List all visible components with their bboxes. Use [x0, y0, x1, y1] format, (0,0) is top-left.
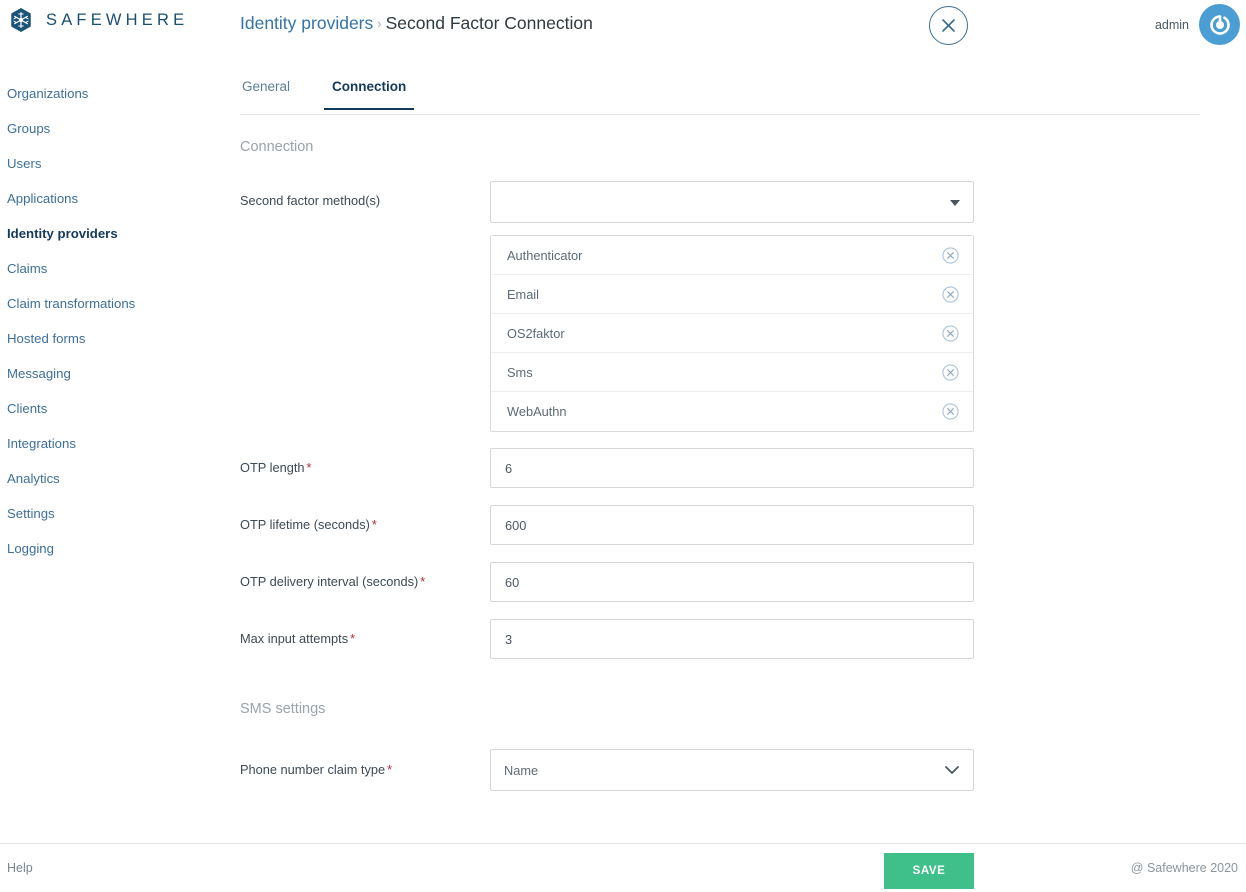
chevron-down-icon — [950, 200, 960, 206]
sidebar-item-messaging[interactable]: Messaging — [0, 356, 230, 391]
second-factor-multiselect[interactable] — [490, 181, 974, 223]
main-content: General Connection Connection Second fac… — [230, 76, 1246, 834]
avatar[interactable] — [1199, 4, 1240, 45]
second-factor-control: Authenticator Email OS2faktor Sms WebAut… — [490, 181, 974, 432]
sidebar-item-users[interactable]: Users — [0, 146, 230, 181]
app-footer: Help @ Safewhere 2020 — [0, 843, 1246, 892]
chip-label: Email — [507, 286, 539, 302]
otp-lifetime-input[interactable] — [490, 505, 974, 545]
remove-x-circle-icon[interactable] — [942, 285, 959, 303]
chip-label: Sms — [507, 364, 533, 380]
brand-logo[interactable]: SAFEWHERE — [8, 7, 188, 33]
breadcrumb-separator-icon: › — [377, 16, 382, 31]
otp-delivery-interval-input[interactable] — [490, 562, 974, 602]
sidebar-item-identity-providers[interactable]: Identity providers — [0, 216, 230, 251]
field-second-factor-methods: Second factor method(s) Authenticator Em… — [240, 181, 1246, 432]
required-marker: * — [306, 459, 312, 475]
field-otp-delivery-interval: OTP delivery interval (seconds) * — [240, 562, 1246, 602]
sidebar-item-applications[interactable]: Applications — [0, 181, 230, 216]
power-spiral-avatar-icon — [1209, 14, 1230, 35]
label-text: Phone number claim type — [240, 761, 386, 777]
field-max-input-attempts: Max input attempts * — [240, 619, 1246, 659]
close-x-icon — [942, 19, 955, 32]
sidebar-item-integrations[interactable]: Integrations — [0, 426, 230, 461]
list-item[interactable]: Sms — [491, 353, 973, 392]
help-link[interactable]: Help — [7, 861, 33, 875]
remove-x-circle-icon[interactable] — [942, 363, 959, 381]
field-otp-length: OTP length * — [240, 448, 1246, 488]
list-item[interactable]: Email — [491, 275, 973, 314]
section-title-connection: Connection — [240, 139, 314, 155]
tab-bar: General Connection — [240, 76, 1200, 115]
sidebar-item-claim-transformations[interactable]: Claim transformations — [0, 286, 230, 321]
sidebar-item-organizations[interactable]: Organizations — [0, 76, 230, 111]
safewhere-snowflake-hexagon-logo-icon — [11, 7, 31, 33]
label-second-factor-methods: Second factor method(s) — [240, 181, 490, 210]
remove-x-circle-icon[interactable] — [942, 246, 959, 264]
label-text: OTP length — [240, 459, 305, 475]
section-title-clipped — [240, 825, 1246, 834]
otp-length-input[interactable] — [490, 448, 974, 488]
required-marker: * — [387, 761, 393, 777]
label-max-input-attempts: Max input attempts * — [240, 631, 490, 648]
close-button[interactable] — [929, 6, 968, 45]
sidebar-item-settings[interactable]: Settings — [0, 496, 230, 531]
label-otp-lifetime: OTP lifetime (seconds) * — [240, 517, 490, 534]
label-otp-delivery-interval: OTP delivery interval (seconds) * — [240, 574, 490, 591]
user-menu[interactable]: admin — [1155, 4, 1240, 45]
label-text: Max input attempts — [240, 630, 349, 646]
max-input-attempts-input[interactable] — [490, 619, 974, 659]
label-phone-number-claim-type: Phone number claim type * — [240, 762, 490, 779]
sidebar-nav: Organizations Groups Users Applications … — [0, 76, 230, 566]
chip-label: Authenticator — [507, 247, 583, 263]
app-page: SAFEWHERE Identity providers › Second Fact… — [0, 0, 1246, 892]
chip-label: WebAuthn — [507, 404, 567, 419]
field-otp-lifetime: OTP lifetime (seconds) * — [240, 505, 1246, 545]
label-text: OTP delivery interval (seconds) — [240, 573, 419, 589]
breadcrumb-current: Second Factor Connection — [385, 13, 593, 33]
remove-x-circle-icon[interactable] — [942, 324, 959, 342]
tab-connection[interactable]: Connection — [324, 76, 415, 110]
copyright-label: @ Safewhere 2020 — [1130, 861, 1238, 875]
app-header: SAFEWHERE Identity providers › Second Fact… — [0, 0, 1246, 50]
phone-claim-type-select-wrapper: Name — [490, 749, 974, 791]
required-marker: * — [371, 516, 377, 532]
sidebar-item-claims[interactable]: Claims — [0, 251, 230, 286]
phone-claim-type-select[interactable]: Name — [490, 749, 974, 791]
label-otp-length: OTP length * — [240, 460, 490, 477]
section-title-sms-settings: SMS settings — [240, 701, 326, 717]
list-item[interactable]: WebAuthn — [491, 392, 973, 431]
required-marker: * — [350, 630, 356, 646]
brand-name: SAFEWHERE — [46, 10, 189, 29]
tab-general[interactable]: General — [240, 76, 292, 108]
save-button[interactable]: SAVE — [884, 853, 974, 889]
label-text: OTP lifetime (seconds) — [240, 516, 370, 532]
sidebar-item-groups[interactable]: Groups — [0, 111, 230, 146]
chip-label: OS2faktor — [507, 325, 565, 341]
sidebar-item-hosted-forms[interactable]: Hosted forms — [0, 321, 230, 356]
required-marker: * — [420, 573, 426, 589]
list-item[interactable]: OS2faktor — [491, 314, 973, 353]
breadcrumb-parent-link[interactable]: Identity providers — [240, 13, 373, 33]
user-name-label: admin — [1154, 17, 1189, 32]
breadcrumb: Identity providers › Second Factor Connect… — [240, 11, 593, 37]
sidebar-item-logging[interactable]: Logging — [0, 531, 230, 566]
sidebar-item-clients[interactable]: Clients — [0, 391, 230, 426]
remove-x-circle-icon[interactable] — [942, 403, 959, 420]
field-phone-number-claim-type: Phone number claim type * Name — [240, 749, 1246, 791]
list-item[interactable]: Authenticator — [491, 236, 973, 275]
label-text: Second factor method(s) — [240, 193, 381, 208]
sidebar-item-analytics[interactable]: Analytics — [0, 461, 230, 496]
second-factor-selected-list: Authenticator Email OS2faktor Sms WebAut… — [490, 235, 974, 432]
